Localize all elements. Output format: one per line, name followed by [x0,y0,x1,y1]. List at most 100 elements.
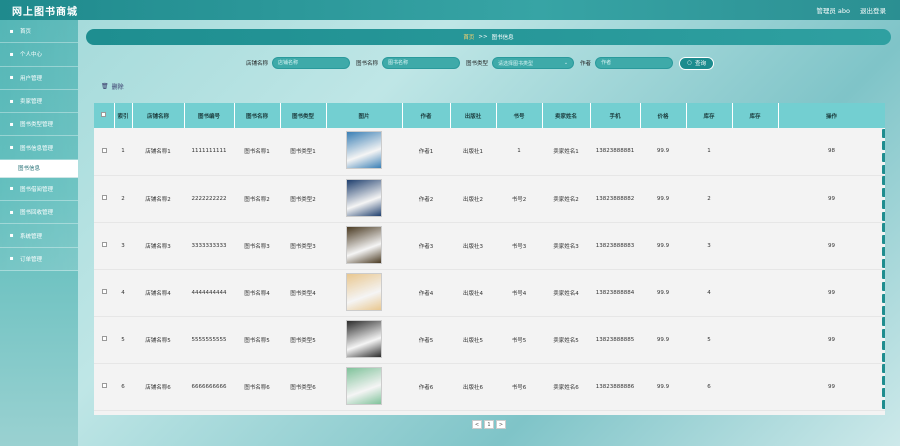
row-checkbox[interactable] [101,242,107,247]
row-checkbox[interactable] [101,289,107,294]
book-input[interactable] [382,57,461,69]
column-header: 图书名称 [234,103,281,128]
pagination: < 1 > [472,420,506,429]
type-select[interactable]: 请选择图书类型 ⌄ [492,57,575,69]
sidebar-item-4[interactable]: ▪ 图书类型管理 [0,113,78,137]
cell-code: 4444444444 [184,269,234,317]
edit-button[interactable]: 修改 [881,235,885,244]
cell-empty [732,363,778,411]
sidebar-item-after-2[interactable]: ▪ 系统管理 [0,224,78,248]
detail-button[interactable]: 详情 [881,364,885,373]
row-checkbox-cell [94,269,114,317]
user-label: 管理员 abo [816,7,850,15]
book-cover-image [346,225,382,264]
delete-button[interactable]: 删除 [881,212,885,221]
sidebar-item-label: 图书信息管理 [20,145,54,152]
delete-button[interactable]: 删除 [881,306,885,315]
detail-button[interactable]: 详情 [881,270,885,279]
search-bar: 店铺名称 图书名称 图书类型 请选择图书类型 ⌄ 作者 ○ 查询 [246,56,715,70]
sidebar-item-label: 卖家管理 [20,99,43,106]
book-cover-cell [326,316,402,364]
logout-link[interactable]: 退出登录 [860,5,886,15]
sidebar: ▪ 首页 ▪ 个人中心 ▪ 用户管理 ▪ 卖家管理 ▪ 图书类型管理 ▪ 图书信息管理 图书信息 ▪ 图书借… [0,20,78,446]
type-select-placeholder: 请选择图书类型 [498,60,534,67]
column-header: 操作 [778,103,885,128]
row-checkbox[interactable] [101,195,107,200]
delete-button[interactable]: 删除 [881,353,885,362]
cell-type: 图书类型5 [280,316,326,364]
row-checkbox[interactable] [101,336,107,341]
cell-store: 店铺名称3 [132,222,184,270]
cell-stock: 99 [778,175,885,223]
view-reviews-button[interactable]: 查看评论 [881,388,885,397]
delete-button[interactable]: 删除 [881,164,885,174]
store-input[interactable] [272,57,351,69]
detail-button[interactable]: 详情 [881,317,885,326]
search-icon: ○ [687,60,692,66]
cell-store: 店铺名称2 [132,175,184,223]
breadcrumb: 首页 >> 图书信息 [86,29,891,45]
detail-button[interactable]: 详情 [881,223,885,232]
sidebar-item-label: 个人中心 [20,52,43,59]
cell-count: 5 [686,316,732,364]
sidebar-subitem-book-info[interactable]: 图书信息 [0,159,78,178]
cell-isbn: 书号6 [496,363,542,411]
query-button[interactable]: ○ 查询 [679,56,715,70]
column-header: 价格 [640,103,687,128]
column-header[interactable] [94,103,115,128]
cell-code: 6666666666 [184,363,234,411]
sidebar-item-1[interactable]: ▪ 个人中心 [0,43,78,67]
cell-author: 作者2 [402,175,450,223]
column-header: 库存 [686,103,733,128]
detail-button[interactable]: 详情 [881,176,885,185]
view-reviews-button[interactable]: 查看评论 [881,152,885,162]
row-checkbox[interactable] [101,147,107,153]
top-right: 管理员 abo 退出登录 [816,5,886,15]
cell-publisher: 出版社3 [450,222,496,270]
view-reviews-button[interactable]: 查看评论 [881,341,885,350]
cell-stock: 99 [778,222,885,270]
query-label: 查询 [694,61,706,67]
store-search-field: 店铺名称 [246,57,351,69]
view-reviews-button[interactable]: 查看评论 [881,294,885,303]
cell-price: 99.9 [640,175,686,223]
edit-button[interactable]: 修改 [881,282,885,291]
book-cover-image [346,272,382,311]
book-cover-cell [326,363,402,411]
author-input[interactable] [595,57,674,69]
row-checkbox[interactable] [101,383,107,388]
sidebar-item-3[interactable]: ▪ 卖家管理 [0,89,78,114]
select-all-checkbox[interactable] [101,112,107,117]
cell-index: 6 [114,363,132,411]
sidebar-item-0[interactable]: ▪ 首页 [0,20,78,44]
cell-code: 1111111111 [184,128,234,176]
cell-code: 2222222222 [184,175,234,223]
pager-next[interactable]: > [496,420,506,429]
sidebar-item-after-1[interactable]: ▪ 图书回收管理 [0,201,78,225]
pager-prev[interactable]: < [472,420,482,429]
edit-button[interactable]: 修改 [881,329,885,338]
table-row: 1 店铺名称1 1111111111 图书名称1 图书类型1 作者1 出版社1 1 卖家姓名1 1… [94,128,885,176]
edit-button[interactable]: 修改 [881,376,885,385]
users-icon: ▪ [9,74,14,82]
delete-button[interactable]: 删除 [881,400,885,409]
book-cover-cell [326,222,402,270]
breadcrumb-home[interactable]: 首页 [463,33,474,41]
sidebar-item-2[interactable]: ▪ 用户管理 [0,66,78,90]
sidebar-item-after-0[interactable]: ▪ 图书借阅管理 [0,177,78,202]
detail-button[interactable]: 详情 [881,128,885,138]
edit-button[interactable]: 修改 [881,140,885,150]
type-label: 图书类型 [466,61,489,67]
cell-type: 图书类型6 [280,363,326,411]
cell-phone: 13823888884 [590,269,640,317]
pager-page[interactable]: 1 [484,420,494,429]
view-reviews-button[interactable]: 查看评论 [881,247,885,256]
view-reviews-button[interactable]: 查看评论 [881,200,885,209]
sidebar-item-5[interactable]: ▪ 图书信息管理 [0,136,78,160]
bulk-delete-button[interactable]: 🗑 删除 [101,82,124,91]
column-header: 书号 [496,103,543,128]
delete-button[interactable]: 删除 [881,259,885,268]
user-icon: ▪ [9,50,14,58]
sidebar-item-after-3[interactable]: ▪ 订单管理 [0,247,78,271]
edit-button[interactable]: 修改 [881,188,885,197]
